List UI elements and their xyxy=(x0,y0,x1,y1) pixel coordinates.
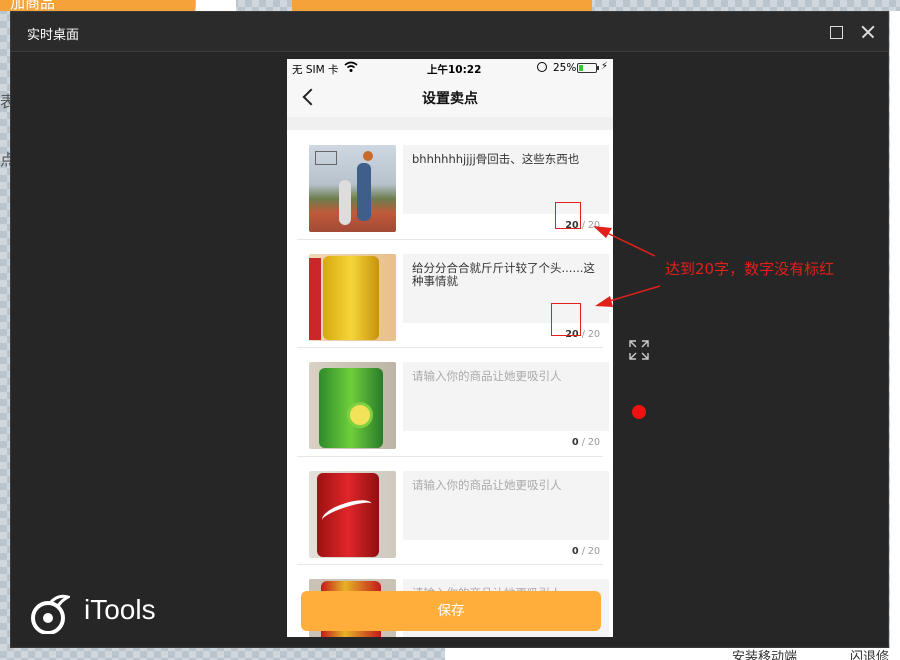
annotation-arrows xyxy=(593,226,661,307)
brand-name: iTools xyxy=(84,594,156,625)
recording-indicator xyxy=(632,405,646,419)
annotation-text: 达到20字，数字没有标红 xyxy=(665,260,835,278)
itools-logo-icon xyxy=(31,594,70,634)
expand-icon[interactable] xyxy=(628,339,650,361)
